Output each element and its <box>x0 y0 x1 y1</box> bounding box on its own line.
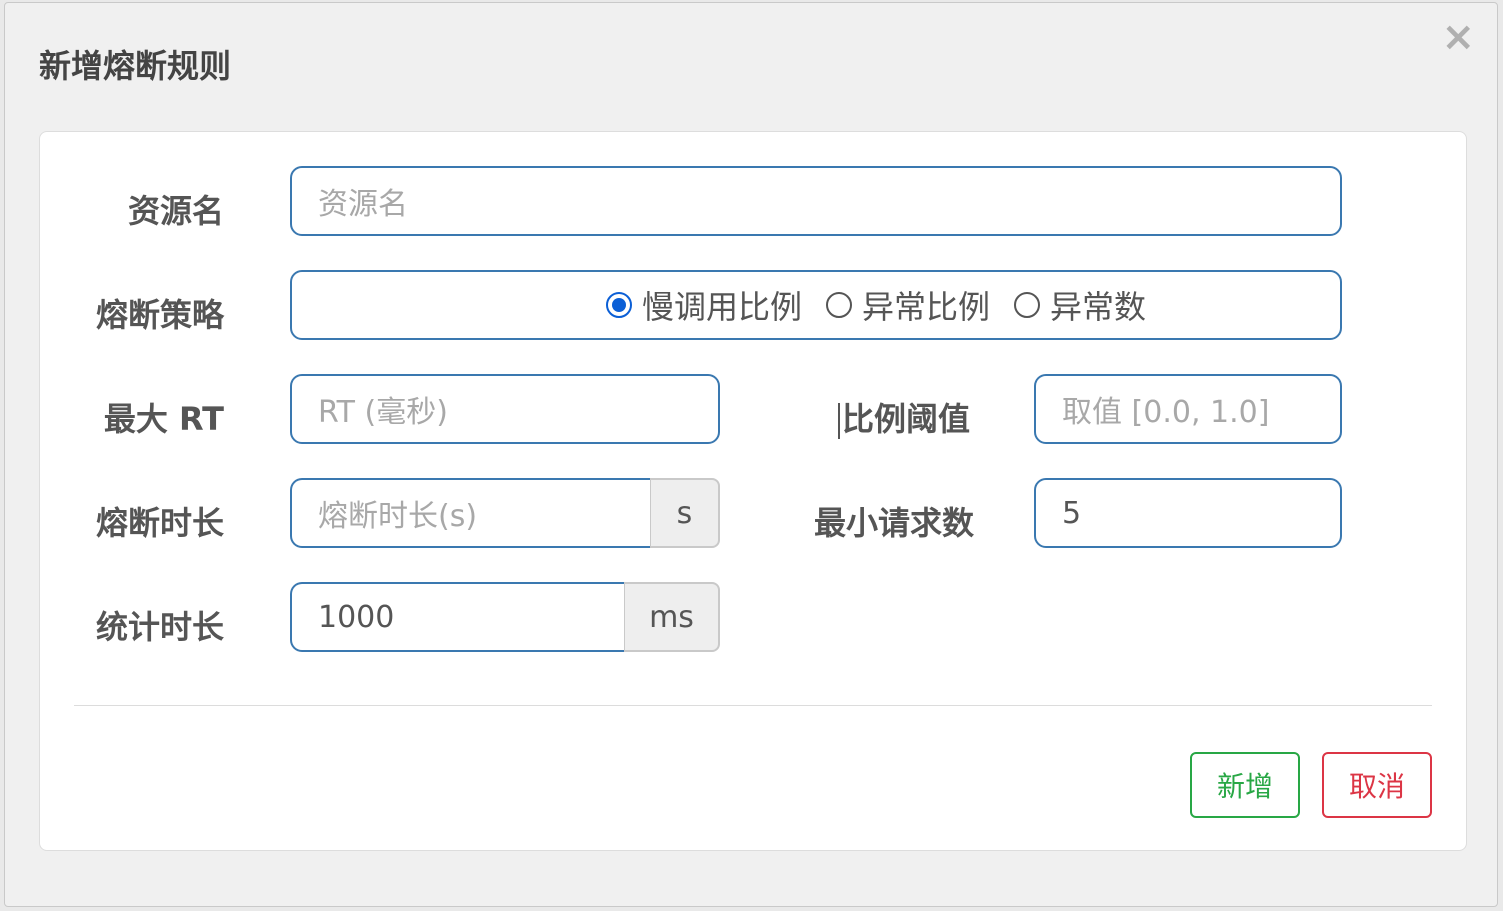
radio-error-ratio[interactable]: 异常比例 <box>825 282 990 328</box>
radio-error-ratio-label: 异常比例 <box>861 288 990 326</box>
duration-unit-addon: s <box>650 478 720 548</box>
resource-placeholder: 资源名 <box>318 187 408 222</box>
duration-label: 熔断时长 <box>95 504 224 542</box>
ratio-threshold-placeholder: 取值 [0.0, 1.0] <box>1062 395 1270 430</box>
max-rt-label: 最大 RT <box>103 400 224 438</box>
strategy-radio-group: 慢调用比例 异常比例 异常数 <box>290 270 1342 340</box>
strategy-label: 熔断策略 <box>95 296 224 334</box>
text-caret <box>837 403 840 439</box>
radio-unchecked-icon <box>1014 292 1040 318</box>
resource-label: 资源名 <box>127 192 224 230</box>
duration-input[interactable]: 熔断时长(s) <box>290 478 650 548</box>
stat-duration-input-group: 1000 ms <box>290 582 720 652</box>
close-icon[interactable]: × <box>1441 17 1475 57</box>
ratio-threshold-label-text: 比例阈值 <box>841 400 970 438</box>
radio-checked-icon <box>605 292 632 318</box>
stat-duration-value: 1000 <box>318 599 395 635</box>
max-rt-input[interactable]: RT (毫秒) <box>290 374 720 444</box>
max-rt-placeholder: RT (毫秒) <box>318 395 448 430</box>
min-requests-input[interactable]: 5 <box>1034 478 1342 548</box>
radio-error-count-label: 异常数 <box>1050 288 1147 326</box>
min-requests-value: 5 <box>1062 495 1082 531</box>
duration-input-group: 熔断时长(s) s <box>290 478 720 548</box>
cancel-button[interactable]: 取消 <box>1322 752 1432 818</box>
form-panel: 资源名 资源名 熔断策略 慢调用比例 异常比例 异常数 最大 RT RT (毫秒… <box>39 131 1467 851</box>
modal-dialog: 新增熔断规则 × 资源名 资源名 熔断策略 慢调用比例 异常比例 异常数 最大 … <box>4 2 1498 907</box>
resource-input[interactable]: 资源名 <box>290 166 1342 236</box>
add-button[interactable]: 新增 <box>1190 752 1300 818</box>
radio-unchecked-icon <box>825 292 852 318</box>
duration-placeholder: 熔断时长(s) <box>318 499 478 534</box>
footer-divider <box>74 705 1432 706</box>
radio-error-count[interactable]: 异常数 <box>1014 282 1146 328</box>
radio-slow-ratio[interactable]: 慢调用比例 <box>605 282 802 328</box>
ratio-threshold-input[interactable]: 取值 [0.0, 1.0] <box>1034 374 1342 444</box>
stat-duration-label: 统计时长 <box>95 608 224 646</box>
min-requests-label: 最小请求数 <box>813 504 974 542</box>
stat-duration-unit-addon: ms <box>624 582 720 652</box>
stat-duration-input[interactable]: 1000 <box>290 582 624 652</box>
modal-title: 新增熔断规则 <box>39 47 232 85</box>
ratio-threshold-label: 比例阈值 <box>830 394 970 440</box>
radio-slow-ratio-label: 慢调用比例 <box>641 288 802 326</box>
